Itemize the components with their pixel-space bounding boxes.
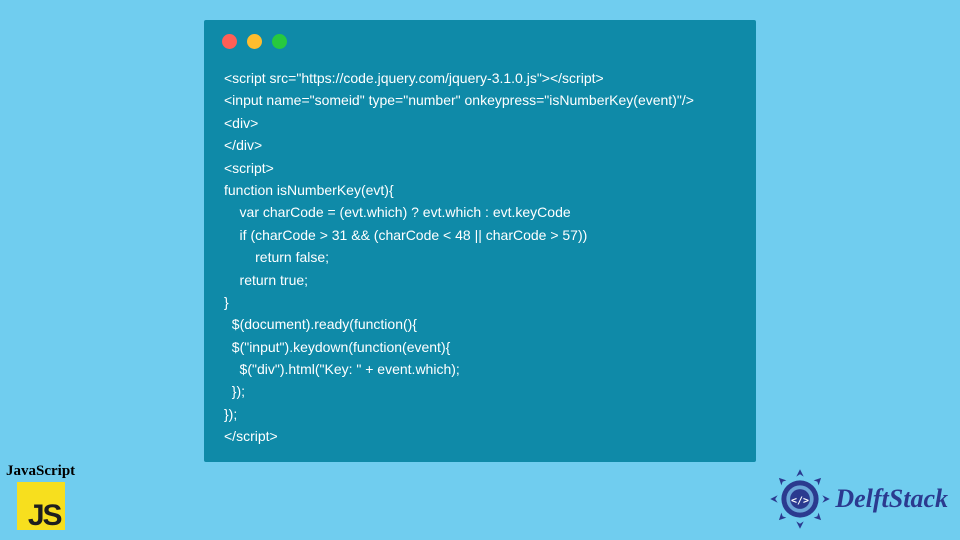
window-titlebar [204,20,756,57]
javascript-logo-icon: JS [17,482,65,530]
javascript-label: JavaScript [6,463,75,480]
maximize-icon [272,34,287,49]
javascript-badge: JavaScript JS [6,463,75,530]
delftstack-ornament-icon: </> [769,468,831,530]
code-window: <script src="https://code.jquery.com/jqu… [204,20,756,462]
svg-text:</>: </> [791,495,809,506]
code-content: <script src="https://code.jquery.com/jqu… [204,57,756,468]
javascript-logo-text: JS [28,499,61,533]
close-icon [222,34,237,49]
delftstack-logo: </> DelftStack [769,468,948,530]
delftstack-text: DelftStack [835,484,948,514]
minimize-icon [247,34,262,49]
